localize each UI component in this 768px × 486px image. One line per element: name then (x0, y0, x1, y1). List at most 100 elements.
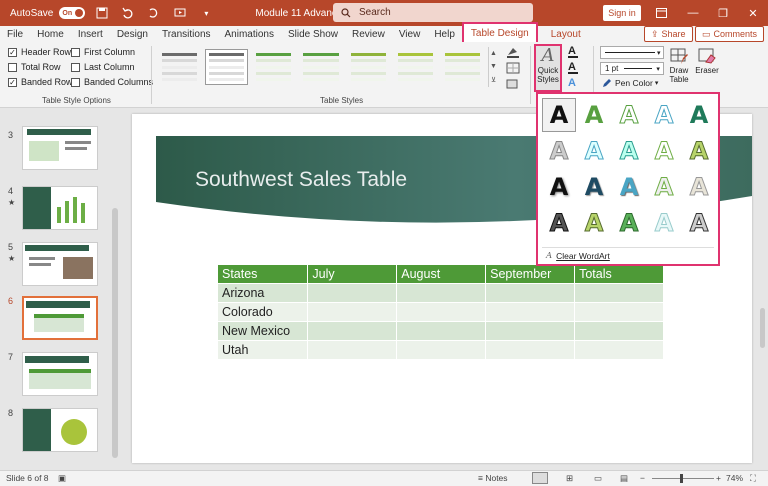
table-style-option[interactable] (252, 49, 295, 85)
wordart-style-option[interactable]: A (577, 134, 611, 168)
wordart-style-option[interactable]: A (647, 98, 681, 132)
table-cell[interactable] (574, 282, 664, 302)
undo-icon[interactable] (119, 4, 137, 22)
table-cell[interactable] (485, 320, 576, 340)
draw-table-button[interactable]: Draw Table (664, 46, 694, 84)
header-cell[interactable]: July (307, 265, 398, 283)
zoom-out-icon[interactable]: − (640, 473, 645, 483)
present-icon[interactable] (171, 4, 189, 22)
autosave-toggle[interactable]: On (59, 7, 86, 19)
table-cell[interactable] (307, 320, 398, 340)
fit-slide-icon[interactable]: ⛶ (750, 473, 756, 484)
tab-transitions[interactable]: Transitions (155, 26, 218, 42)
wordart-style-option[interactable]: A (647, 170, 681, 204)
close-button[interactable]: ✕ (738, 0, 768, 26)
table-cell[interactable] (307, 301, 398, 321)
gallery-more-icon[interactable]: ⊻ (491, 76, 496, 84)
wordart-style-option[interactable]: A (612, 134, 646, 168)
wordart-style-option[interactable]: A (542, 206, 576, 240)
slide-preview[interactable] (22, 242, 98, 286)
table-style-option[interactable] (158, 49, 201, 85)
banded-columns-checkbox[interactable] (71, 77, 80, 87)
header-cell[interactable]: September (485, 265, 576, 283)
slide-sorter-icon[interactable]: ⊞ (566, 473, 573, 484)
slide-scrollbar[interactable] (757, 108, 768, 470)
text-effects-icon[interactable]: A (568, 77, 576, 89)
gallery-up-icon[interactable]: ▲ (490, 50, 497, 57)
scroll-thumb[interactable] (112, 208, 118, 458)
table-cell[interactable] (396, 282, 487, 302)
text-fill-icon[interactable]: A (568, 45, 578, 58)
last-column-option[interactable]: Last Column (71, 62, 135, 72)
banded-rows-option[interactable]: ✓ Banded Rows (8, 77, 77, 87)
header-cell[interactable]: Totals (574, 265, 664, 283)
wordart-style-option[interactable]: A (542, 170, 576, 204)
wordart-style-option[interactable]: A (682, 170, 716, 204)
normal-view-icon[interactable] (532, 472, 548, 484)
zoom-in-icon[interactable]: + (716, 473, 721, 483)
thumbnail-scrollbar[interactable] (110, 108, 120, 470)
wordart-style-option[interactable]: A (612, 98, 646, 132)
first-column-option[interactable]: First Column (71, 47, 135, 57)
table-cell[interactable] (396, 320, 487, 340)
wordart-style-option[interactable]: A (682, 98, 716, 132)
tab-slide-show[interactable]: Slide Show (281, 26, 345, 42)
table-cell[interactable] (574, 339, 664, 359)
table-cell[interactable] (485, 339, 576, 359)
table-cell[interactable] (307, 339, 398, 359)
header-cell[interactable]: August (396, 265, 487, 283)
gallery-scroll[interactable]: ▲ ▼ ⊻ (488, 47, 498, 87)
tab-view[interactable]: View (392, 26, 428, 42)
table-cell[interactable] (307, 282, 398, 302)
table-cell[interactable]: Utah (218, 339, 309, 359)
wordart-style-option[interactable]: A (647, 206, 681, 240)
table-style-option[interactable] (347, 49, 390, 85)
tab-file[interactable]: File (0, 26, 30, 42)
table-cell[interactable] (396, 339, 487, 359)
wordart-style-option[interactable]: A (542, 134, 576, 168)
quick-styles-button[interactable]: A Quick Styles (534, 44, 562, 92)
table-cell[interactable]: New Mexico (218, 320, 309, 340)
header-row-option[interactable]: ✓ Header Row (8, 47, 71, 57)
pen-color-button[interactable]: Pen Color ▾ (602, 78, 658, 88)
zoom-level[interactable]: 74% (726, 473, 743, 483)
table-style-option[interactable] (441, 49, 484, 85)
reading-view-icon[interactable]: ▭ (594, 473, 602, 484)
tab-home[interactable]: Home (30, 26, 71, 42)
pen-weight-dropdown[interactable]: 1 pt ▾ (600, 62, 664, 75)
share-button[interactable]: ⇪ Share (644, 26, 693, 42)
sign-in-button[interactable]: Sign in (603, 5, 641, 21)
wordart-style-option[interactable]: A (577, 98, 611, 132)
tab-animations[interactable]: Animations (218, 26, 281, 42)
table-style-option[interactable] (394, 49, 437, 85)
wordart-style-option[interactable]: A (577, 170, 611, 204)
tab-insert[interactable]: Insert (71, 26, 110, 42)
table-cell[interactable] (574, 320, 664, 340)
wordart-style-option[interactable]: A (682, 206, 716, 240)
scroll-thumb[interactable] (760, 308, 765, 348)
table-cell[interactable] (485, 282, 576, 302)
tab-layout[interactable]: Layout (544, 26, 588, 42)
table-cell[interactable] (396, 301, 487, 321)
wordart-style-option[interactable]: A (577, 206, 611, 240)
banded-rows-checkbox[interactable]: ✓ (8, 77, 17, 87)
total-row-option[interactable]: Total Row (8, 62, 61, 72)
sales-table[interactable]: States July August September Totals Ariz… (218, 265, 664, 359)
wordart-style-option[interactable]: A (612, 206, 646, 240)
table-style-option[interactable] (299, 49, 342, 85)
zoom-slider[interactable] (652, 478, 714, 479)
clear-wordart-button[interactable]: A Clear WordArt (546, 251, 610, 261)
last-column-checkbox[interactable] (71, 62, 80, 72)
slide-title[interactable]: Southwest Sales Table (195, 168, 407, 192)
effects-icon[interactable] (506, 78, 522, 90)
first-column-checkbox[interactable] (71, 47, 80, 57)
tab-help[interactable]: Help (427, 26, 462, 42)
table-cell[interactable] (485, 301, 576, 321)
slide-preview[interactable] (22, 408, 98, 452)
slideshow-view-icon[interactable]: ▤ (620, 473, 628, 484)
shading-icon[interactable] (506, 46, 522, 58)
slide-preview[interactable] (22, 352, 98, 396)
text-outline-icon[interactable]: A (568, 61, 578, 74)
search-box[interactable]: Search (333, 3, 533, 22)
wordart-style-option[interactable]: A (682, 134, 716, 168)
